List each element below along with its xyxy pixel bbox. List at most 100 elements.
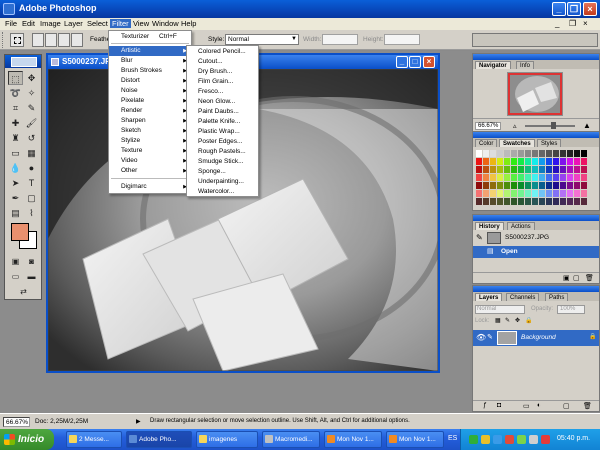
notes-tool-icon[interactable]: ▤: [8, 206, 23, 220]
color-swatch[interactable]: [518, 166, 524, 173]
color-swatch[interactable]: [490, 198, 496, 205]
task-browser-1[interactable]: Mon Nov 1...: [324, 431, 382, 448]
artistic-colored-pencil[interactable]: Colored Pencil...: [187, 47, 258, 58]
start-button[interactable]: Inicio: [0, 429, 54, 450]
color-swatch[interactable]: [546, 182, 552, 189]
adjustment-layer-icon[interactable]: ◐: [537, 402, 541, 409]
doc-window-maximize-button[interactable]: □: [409, 56, 421, 68]
color-swatch[interactable]: [518, 158, 524, 165]
task-messenger[interactable]: 2 Messe...: [66, 431, 122, 448]
color-swatch[interactable]: [511, 174, 517, 181]
add-selection-icon[interactable]: [45, 33, 57, 47]
menu-help[interactable]: Help: [181, 19, 196, 28]
artistic-watercolor[interactable]: Watercolor...: [187, 187, 258, 198]
color-swatch[interactable]: [525, 182, 531, 189]
clone-stamp-tool-icon[interactable]: ♜: [8, 131, 23, 145]
color-swatch[interactable]: [574, 198, 580, 205]
artistic-underpainting[interactable]: Underpainting...: [187, 177, 258, 188]
color-swatch[interactable]: [539, 174, 545, 181]
color-swatch[interactable]: [532, 166, 538, 173]
color-swatch[interactable]: [560, 182, 566, 189]
tab-history[interactable]: History: [475, 222, 504, 230]
color-swatch[interactable]: [553, 182, 559, 189]
tray-app-icon[interactable]: [481, 435, 490, 444]
color-swatch[interactable]: [581, 150, 587, 157]
color-swatch[interactable]: [504, 198, 510, 205]
tray-app-icon[interactable]: [469, 435, 478, 444]
navigator-zoom-value[interactable]: 66.67%: [475, 122, 502, 130]
color-swatch[interactable]: [483, 166, 489, 173]
doc-minimize-icon[interactable]: _: [555, 19, 559, 28]
tab-swatches[interactable]: Swatches: [499, 139, 535, 147]
menu-view[interactable]: View: [133, 19, 149, 28]
history-brush-icon[interactable]: ✎: [476, 233, 483, 242]
color-swatch[interactable]: [511, 158, 517, 165]
tab-channels[interactable]: Channels: [506, 293, 540, 301]
layer-set-icon[interactable]: ▭: [523, 402, 530, 410]
volume-icon[interactable]: [529, 435, 538, 444]
color-swatch[interactable]: [546, 198, 552, 205]
color-swatch[interactable]: [574, 190, 580, 197]
menu-select[interactable]: Select: [87, 19, 108, 28]
color-swatch[interactable]: [546, 190, 552, 197]
tab-actions[interactable]: Actions: [507, 222, 535, 230]
doc-window-close-button[interactable]: ×: [423, 56, 435, 68]
color-swatch[interactable]: [476, 158, 482, 165]
lock-all-icon[interactable]: 🔒: [525, 317, 532, 324]
height-field[interactable]: [384, 34, 420, 45]
doc-restore-icon[interactable]: ❐: [569, 19, 576, 28]
color-swatch[interactable]: [567, 198, 573, 205]
gradient-tool-icon[interactable]: ▦: [24, 146, 39, 160]
color-swatch[interactable]: [539, 158, 545, 165]
screen-mode-standard-icon[interactable]: ▭: [8, 270, 23, 284]
color-swatch[interactable]: [574, 158, 580, 165]
blend-mode-select[interactable]: Normal: [475, 305, 525, 314]
trash-icon[interactable]: 🗑: [585, 274, 594, 282]
options-grip[interactable]: [2, 32, 5, 48]
filter-sharpen[interactable]: Sharpen▶: [109, 116, 191, 126]
color-swatch[interactable]: [553, 198, 559, 205]
zoom-out-icon[interactable]: ▵: [513, 122, 517, 130]
color-swatch[interactable]: [490, 174, 496, 181]
blur-tool-icon[interactable]: 💧: [8, 161, 23, 175]
color-swatch[interactable]: [525, 198, 531, 205]
color-swatch[interactable]: [490, 166, 496, 173]
color-swatch[interactable]: [539, 150, 545, 157]
slice-tool-icon[interactable]: ✎: [24, 101, 39, 115]
color-swatch[interactable]: [497, 150, 503, 157]
color-swatch[interactable]: [490, 190, 496, 197]
color-swatch[interactable]: [504, 190, 510, 197]
doc-window-minimize-button[interactable]: _: [396, 56, 408, 68]
color-swatch[interactable]: [483, 158, 489, 165]
navigator-thumbnail[interactable]: [507, 72, 563, 116]
color-swatch[interactable]: [525, 150, 531, 157]
tab-layers[interactable]: Layers: [475, 293, 503, 301]
brush-tool-icon[interactable]: 🖌: [24, 116, 39, 130]
color-swatch[interactable]: [497, 182, 503, 189]
task-imagenes[interactable]: imagenes: [196, 431, 258, 448]
new-document-icon[interactable]: ▣: [563, 274, 570, 282]
color-swatch[interactable]: [483, 150, 489, 157]
color-swatch[interactable]: [490, 158, 496, 165]
marquee-tool-preset-icon[interactable]: [10, 33, 24, 47]
color-swatch[interactable]: [483, 182, 489, 189]
filter-digimarc[interactable]: Digimarc▶: [109, 182, 191, 192]
color-swatch[interactable]: [574, 166, 580, 173]
color-swatch[interactable]: [490, 182, 496, 189]
layer-mask-icon[interactable]: ◘: [497, 402, 501, 409]
color-swatch[interactable]: [560, 198, 566, 205]
zoom-in-icon[interactable]: ▲: [583, 121, 591, 130]
status-zoom[interactable]: 66.67%: [3, 417, 30, 427]
menu-edit[interactable]: Edit: [22, 19, 35, 28]
filter-last-texturizer[interactable]: Texturizer Ctrl+F: [109, 32, 191, 42]
tray-app-icon[interactable]: [493, 435, 502, 444]
color-swatch[interactable]: [581, 190, 587, 197]
color-swatch[interactable]: [567, 182, 573, 189]
artistic-dry-brush[interactable]: Dry Brush...: [187, 67, 258, 78]
visibility-eye-icon[interactable]: 👁: [476, 333, 486, 342]
subtract-selection-icon[interactable]: [58, 33, 70, 47]
tray-app-icon[interactable]: [505, 435, 514, 444]
color-swatch[interactable]: [553, 166, 559, 173]
zoom-slider-thumb[interactable]: [551, 122, 556, 129]
filter-render[interactable]: Render▶: [109, 106, 191, 116]
